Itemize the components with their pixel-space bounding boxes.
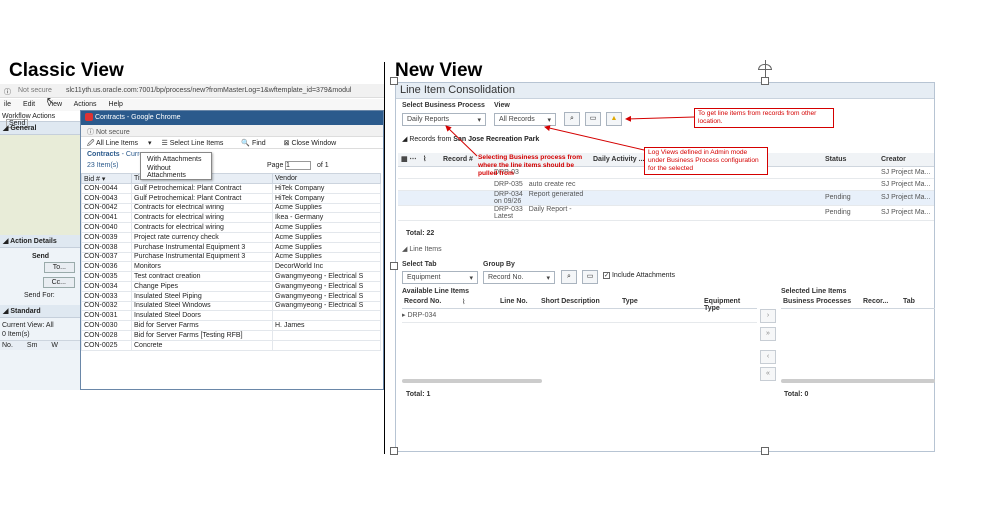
- arrow-other-location: [625, 115, 695, 122]
- arrow-bp-selection: [445, 125, 478, 157]
- annotation-arrows: [445, 115, 695, 157]
- arrow-log-views: [544, 125, 645, 151]
